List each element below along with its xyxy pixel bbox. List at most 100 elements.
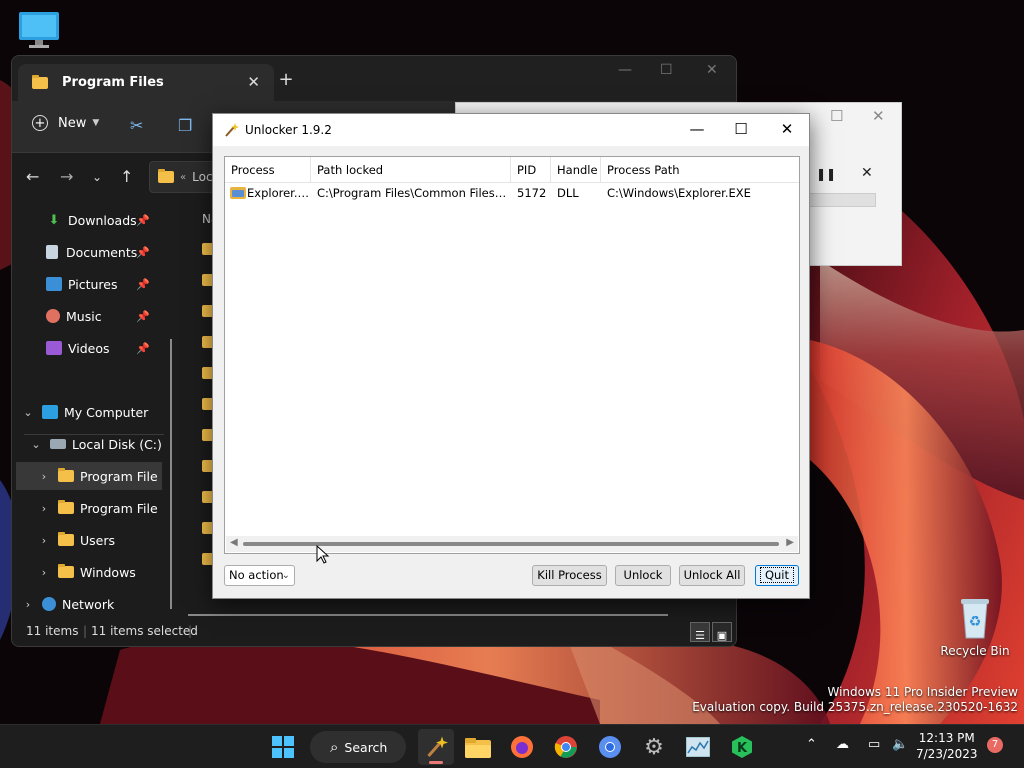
taskbar-search[interactable]: ⌕ Search bbox=[310, 731, 406, 763]
recent-chevron-icon[interactable]: ⌄ bbox=[92, 170, 102, 184]
scroll-right-arrow-icon[interactable]: ▶ bbox=[786, 537, 794, 548]
monitor-icon bbox=[19, 12, 59, 48]
watermark-line-1: Windows 11 Pro Insider Preview bbox=[827, 685, 1018, 699]
scroll-left-arrow-icon[interactable]: ◀ bbox=[230, 537, 238, 548]
sidebar-item-label: Pictures bbox=[68, 276, 118, 292]
sidebar-item-local-disk[interactable]: ⌄ Local Disk (C:) bbox=[30, 430, 162, 458]
taskbar-settings[interactable]: ⚙ bbox=[639, 732, 669, 762]
sidebar-item-downloads[interactable]: ⬇ Downloads 📌 bbox=[46, 206, 166, 234]
taskbar-unlocker[interactable] bbox=[421, 732, 451, 762]
computer-icon bbox=[42, 405, 58, 419]
chevron-right-icon: › bbox=[41, 533, 47, 547]
taskbar-k-app[interactable]: K bbox=[727, 732, 757, 762]
explorer-tab[interactable]: Program Files ✕ bbox=[18, 64, 274, 101]
close-icon[interactable]: ✕ bbox=[777, 120, 797, 138]
copy-icon[interactable]: ❐ bbox=[178, 116, 192, 135]
cancel-icon[interactable]: ✕ bbox=[861, 165, 873, 181]
cell-pid: 5172 bbox=[517, 186, 547, 200]
column-handle[interactable]: Handle bbox=[551, 157, 601, 183]
tiles-view-button[interactable]: ▣ bbox=[712, 622, 732, 642]
search-label: Search bbox=[344, 739, 388, 755]
locking-handles-list[interactable]: Process Path locked PID Handle Process P… bbox=[224, 156, 800, 554]
unlock-all-button[interactable]: Unlock All bbox=[679, 565, 745, 586]
close-icon[interactable]: ✕ bbox=[872, 107, 885, 125]
sidebar-item-label: Local Disk (C:) bbox=[72, 436, 162, 452]
network-icon[interactable]: ▭ bbox=[868, 737, 880, 752]
sidebar-item-program-files[interactable]: › Program File bbox=[16, 462, 162, 490]
chevron-down-icon: ⌄ bbox=[23, 405, 33, 419]
chevron-down-icon: ⌄ bbox=[281, 570, 290, 581]
gear-icon: ⚙ bbox=[644, 734, 664, 760]
pin-icon[interactable]: 📌 bbox=[136, 310, 150, 323]
show-hidden-icons-chevron-icon[interactable]: ⌃ bbox=[806, 737, 817, 752]
sidebar-item-pictures[interactable]: Pictures 📌 bbox=[46, 270, 166, 298]
pin-icon[interactable]: 📌 bbox=[136, 246, 150, 259]
sidebar-item-videos[interactable]: Videos 📌 bbox=[46, 334, 166, 362]
start-button[interactable] bbox=[268, 732, 298, 762]
pictures-icon bbox=[46, 277, 62, 291]
quit-button[interactable]: Quit bbox=[755, 565, 799, 586]
sidebar-item-my-computer[interactable]: ⌄ My Computer bbox=[22, 398, 148, 426]
taskbar-file-explorer[interactable] bbox=[463, 732, 493, 762]
sidebar-item-windows[interactable]: › Windows bbox=[38, 558, 136, 586]
clock-time: 12:13 PM bbox=[918, 731, 975, 745]
maximize-icon[interactable]: ☐ bbox=[660, 62, 673, 78]
column-process-path[interactable]: Process Path bbox=[601, 157, 799, 183]
up-arrow-icon[interactable]: ↑ bbox=[120, 167, 133, 186]
sidebar-scrollbar[interactable] bbox=[170, 339, 172, 609]
list-header: Process Path locked PID Handle Process P… bbox=[225, 157, 799, 183]
k-app-icon: K bbox=[732, 736, 752, 758]
desktop-icon-recycle-bin[interactable]: ♻ Recycle Bin bbox=[930, 596, 1020, 658]
new-button[interactable]: + New ▼ bbox=[32, 115, 99, 131]
sidebar-item-program-files-x86[interactable]: › Program File bbox=[38, 494, 158, 522]
selected-count: 11 items selected bbox=[91, 624, 198, 638]
cloud-offline-icon[interactable]: ☁ bbox=[836, 737, 849, 752]
cell-handle: DLL bbox=[557, 186, 579, 200]
sidebar-item-users[interactable]: › Users bbox=[38, 526, 115, 554]
minimize-icon[interactable]: — bbox=[687, 120, 707, 138]
close-icon[interactable]: ✕ bbox=[706, 62, 718, 78]
table-row[interactable]: Explorer.EXE C:\Program Files\Common Fil… bbox=[225, 184, 799, 202]
kill-process-button[interactable]: Kill Process bbox=[532, 565, 607, 586]
pin-icon[interactable]: 📌 bbox=[136, 214, 150, 227]
tab-close-icon[interactable]: ✕ bbox=[247, 73, 260, 91]
column-path-locked[interactable]: Path locked bbox=[311, 157, 511, 183]
pin-icon[interactable]: 📌 bbox=[136, 342, 150, 355]
desktop-icon-this-pc[interactable] bbox=[0, 10, 84, 50]
pin-icon[interactable]: 📌 bbox=[136, 278, 150, 291]
svg-text:K: K bbox=[737, 741, 748, 756]
back-arrow-icon[interactable]: ← bbox=[26, 167, 39, 186]
maximize-icon[interactable]: ☐ bbox=[731, 120, 751, 138]
unlocker-dialog: Unlocker 1.9.2 — ☐ ✕ Process Path locked… bbox=[212, 113, 810, 599]
sidebar-item-music[interactable]: Music 📌 bbox=[46, 302, 166, 330]
taskbar-chromium[interactable] bbox=[595, 732, 625, 762]
notification-badge[interactable]: 7 bbox=[987, 737, 1003, 753]
details-view-button[interactable]: ☰ bbox=[690, 622, 710, 642]
documents-icon bbox=[46, 245, 58, 259]
sidebar-item-label: Users bbox=[80, 532, 116, 548]
new-label: New bbox=[58, 115, 87, 131]
minimize-icon[interactable]: — bbox=[618, 62, 632, 78]
sidebar-item-documents[interactable]: Documents 📌 bbox=[46, 238, 166, 266]
svg-text:♻: ♻ bbox=[969, 614, 982, 630]
volume-icon[interactable]: 🔈 bbox=[892, 737, 908, 752]
chevron-right-icon: › bbox=[41, 565, 47, 579]
file-list-scrollbar[interactable] bbox=[188, 614, 668, 616]
taskbar-resource-monitor[interactable] bbox=[683, 732, 713, 762]
column-pid[interactable]: PID bbox=[511, 157, 551, 183]
new-tab-icon[interactable]: + bbox=[276, 69, 296, 90]
unlock-button[interactable]: Unlock bbox=[615, 565, 671, 586]
pause-icon[interactable]: ❚❚ bbox=[816, 167, 836, 181]
list-horizontal-scrollbar[interactable]: ◀ ▶ bbox=[226, 536, 798, 552]
maximize-icon[interactable]: ☐ bbox=[830, 107, 843, 125]
forward-arrow-icon[interactable]: → bbox=[60, 167, 73, 186]
explorer-status-bar: 11 items | 11 items selected | ☰ ▣ bbox=[12, 618, 736, 646]
taskbar-firefox[interactable] bbox=[507, 732, 537, 762]
action-dropdown[interactable]: No action ⌄ bbox=[224, 565, 295, 586]
explorer-process-icon bbox=[230, 187, 246, 199]
sidebar-item-network[interactable]: › Network bbox=[22, 590, 114, 618]
system-clock[interactable]: 12:13 PM 7/23/2023 bbox=[916, 730, 978, 762]
column-process[interactable]: Process bbox=[225, 157, 311, 183]
cut-icon[interactable]: ✂ bbox=[130, 116, 143, 135]
taskbar-chrome[interactable] bbox=[551, 732, 581, 762]
